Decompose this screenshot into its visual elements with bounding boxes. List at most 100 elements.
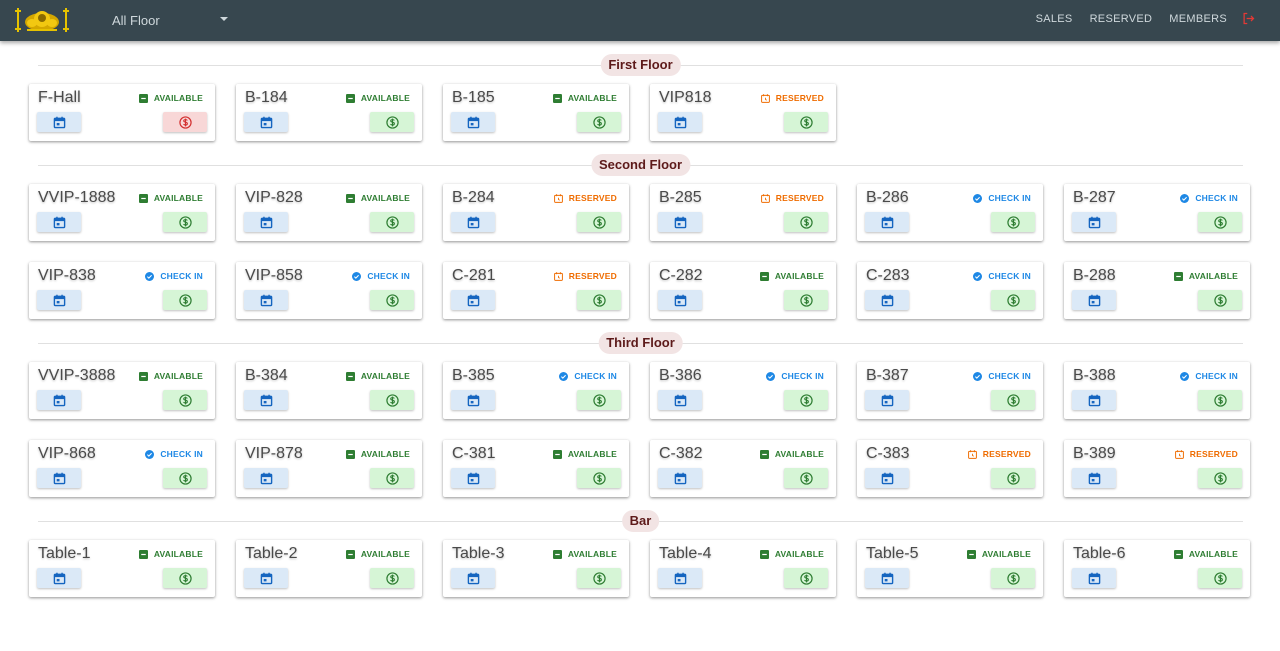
room-card[interactable]: B-285 RESERVED: [650, 184, 836, 241]
sales-button[interactable]: [784, 468, 828, 488]
reserve-button[interactable]: [865, 290, 909, 310]
room-card[interactable]: B-284 RESERVED: [443, 184, 629, 241]
reserve-button[interactable]: [865, 212, 909, 232]
nav-reserved-link[interactable]: RESERVED: [1090, 13, 1153, 25]
reserve-button[interactable]: [658, 568, 702, 588]
reserve-button[interactable]: [1072, 568, 1116, 588]
reserve-button[interactable]: [865, 468, 909, 488]
sales-button[interactable]: [370, 568, 414, 588]
sales-button[interactable]: [577, 468, 621, 488]
room-card[interactable]: VIP818 RESERVED: [650, 84, 836, 141]
reserve-button[interactable]: [244, 390, 288, 410]
sales-button[interactable]: [1198, 568, 1242, 588]
sales-button[interactable]: [577, 212, 621, 232]
logo-icon[interactable]: [15, 5, 69, 35]
sales-button[interactable]: [577, 568, 621, 588]
room-card[interactable]: B-184 AVAILABLE: [236, 84, 422, 141]
sales-button[interactable]: [1198, 468, 1242, 488]
sales-button[interactable]: [370, 468, 414, 488]
reserve-button[interactable]: [1072, 468, 1116, 488]
room-card[interactable]: B-385 CHECK IN: [443, 362, 629, 419]
room-card[interactable]: C-382 AVAILABLE: [650, 440, 836, 497]
room-card[interactable]: VIP-858 CHECK IN: [236, 262, 422, 319]
room-card[interactable]: Table-5 AVAILABLE: [857, 540, 1043, 597]
room-card[interactable]: Table-3 AVAILABLE: [443, 540, 629, 597]
room-card[interactable]: VIP-828 AVAILABLE: [236, 184, 422, 241]
room-card[interactable]: Table-6 AVAILABLE: [1064, 540, 1250, 597]
room-card[interactable]: B-388 CHECK IN: [1064, 362, 1250, 419]
room-card[interactable]: C-383 RESERVED: [857, 440, 1043, 497]
room-card[interactable]: C-381 AVAILABLE: [443, 440, 629, 497]
reserve-button[interactable]: [451, 290, 495, 310]
room-card[interactable]: VVIP-1888 AVAILABLE: [29, 184, 215, 241]
sales-button[interactable]: [991, 212, 1035, 232]
room-card[interactable]: Table-2 AVAILABLE: [236, 540, 422, 597]
room-card[interactable]: C-282 AVAILABLE: [650, 262, 836, 319]
reserve-button[interactable]: [865, 390, 909, 410]
sales-button[interactable]: [163, 468, 207, 488]
reserve-button[interactable]: [37, 468, 81, 488]
reserve-button[interactable]: [1072, 390, 1116, 410]
room-card[interactable]: VVIP-3888 AVAILABLE: [29, 362, 215, 419]
reserve-button[interactable]: [658, 112, 702, 132]
sales-button[interactable]: [784, 568, 828, 588]
reserve-button[interactable]: [865, 568, 909, 588]
sales-button[interactable]: [991, 390, 1035, 410]
sales-button[interactable]: [1198, 212, 1242, 232]
reserve-button[interactable]: [1072, 212, 1116, 232]
reserve-button[interactable]: [244, 290, 288, 310]
room-card[interactable]: B-387 CHECK IN: [857, 362, 1043, 419]
sales-button[interactable]: [370, 212, 414, 232]
room-card[interactable]: B-286 CHECK IN: [857, 184, 1043, 241]
sales-button[interactable]: [784, 290, 828, 310]
reserve-button[interactable]: [244, 112, 288, 132]
logout-icon[interactable]: [1241, 11, 1256, 26]
sales-button[interactable]: [991, 568, 1035, 588]
sales-button[interactable]: [163, 290, 207, 310]
sales-button[interactable]: [1198, 390, 1242, 410]
reserve-button[interactable]: [244, 468, 288, 488]
room-card[interactable]: Table-1 AVAILABLE: [29, 540, 215, 597]
reserve-button[interactable]: [37, 568, 81, 588]
room-card[interactable]: B-287 CHECK IN: [1064, 184, 1250, 241]
reserve-button[interactable]: [37, 112, 81, 132]
room-card[interactable]: B-288 AVAILABLE: [1064, 262, 1250, 319]
room-card[interactable]: Table-4 AVAILABLE: [650, 540, 836, 597]
reserve-button[interactable]: [658, 468, 702, 488]
sales-button[interactable]: [163, 112, 207, 132]
sales-button[interactable]: [370, 390, 414, 410]
sales-button[interactable]: [163, 568, 207, 588]
reserve-button[interactable]: [451, 212, 495, 232]
reserve-button[interactable]: [451, 468, 495, 488]
room-card[interactable]: B-389 RESERVED: [1064, 440, 1250, 497]
reserve-button[interactable]: [658, 290, 702, 310]
reserve-button[interactable]: [1072, 290, 1116, 310]
room-card[interactable]: C-281 RESERVED: [443, 262, 629, 319]
reserve-button[interactable]: [658, 212, 702, 232]
sales-button[interactable]: [370, 112, 414, 132]
reserve-button[interactable]: [451, 112, 495, 132]
room-card[interactable]: C-283 CHECK IN: [857, 262, 1043, 319]
sales-button[interactable]: [784, 112, 828, 132]
reserve-button[interactable]: [37, 290, 81, 310]
reserve-button[interactable]: [37, 212, 81, 232]
sales-button[interactable]: [577, 290, 621, 310]
sales-button[interactable]: [991, 468, 1035, 488]
room-card[interactable]: B-384 AVAILABLE: [236, 362, 422, 419]
room-card[interactable]: VIP-868 CHECK IN: [29, 440, 215, 497]
sales-button[interactable]: [1198, 290, 1242, 310]
reserve-button[interactable]: [451, 390, 495, 410]
room-card[interactable]: B-386 CHECK IN: [650, 362, 836, 419]
nav-members-link[interactable]: MEMBERS: [1169, 13, 1227, 25]
sales-button[interactable]: [163, 212, 207, 232]
room-card[interactable]: VIP-878 AVAILABLE: [236, 440, 422, 497]
room-card[interactable]: VIP-838 CHECK IN: [29, 262, 215, 319]
floor-select[interactable]: All Floor: [112, 11, 228, 29]
reserve-button[interactable]: [244, 212, 288, 232]
sales-button[interactable]: [163, 390, 207, 410]
sales-button[interactable]: [577, 390, 621, 410]
sales-button[interactable]: [784, 390, 828, 410]
reserve-button[interactable]: [37, 390, 81, 410]
reserve-button[interactable]: [244, 568, 288, 588]
sales-button[interactable]: [370, 290, 414, 310]
